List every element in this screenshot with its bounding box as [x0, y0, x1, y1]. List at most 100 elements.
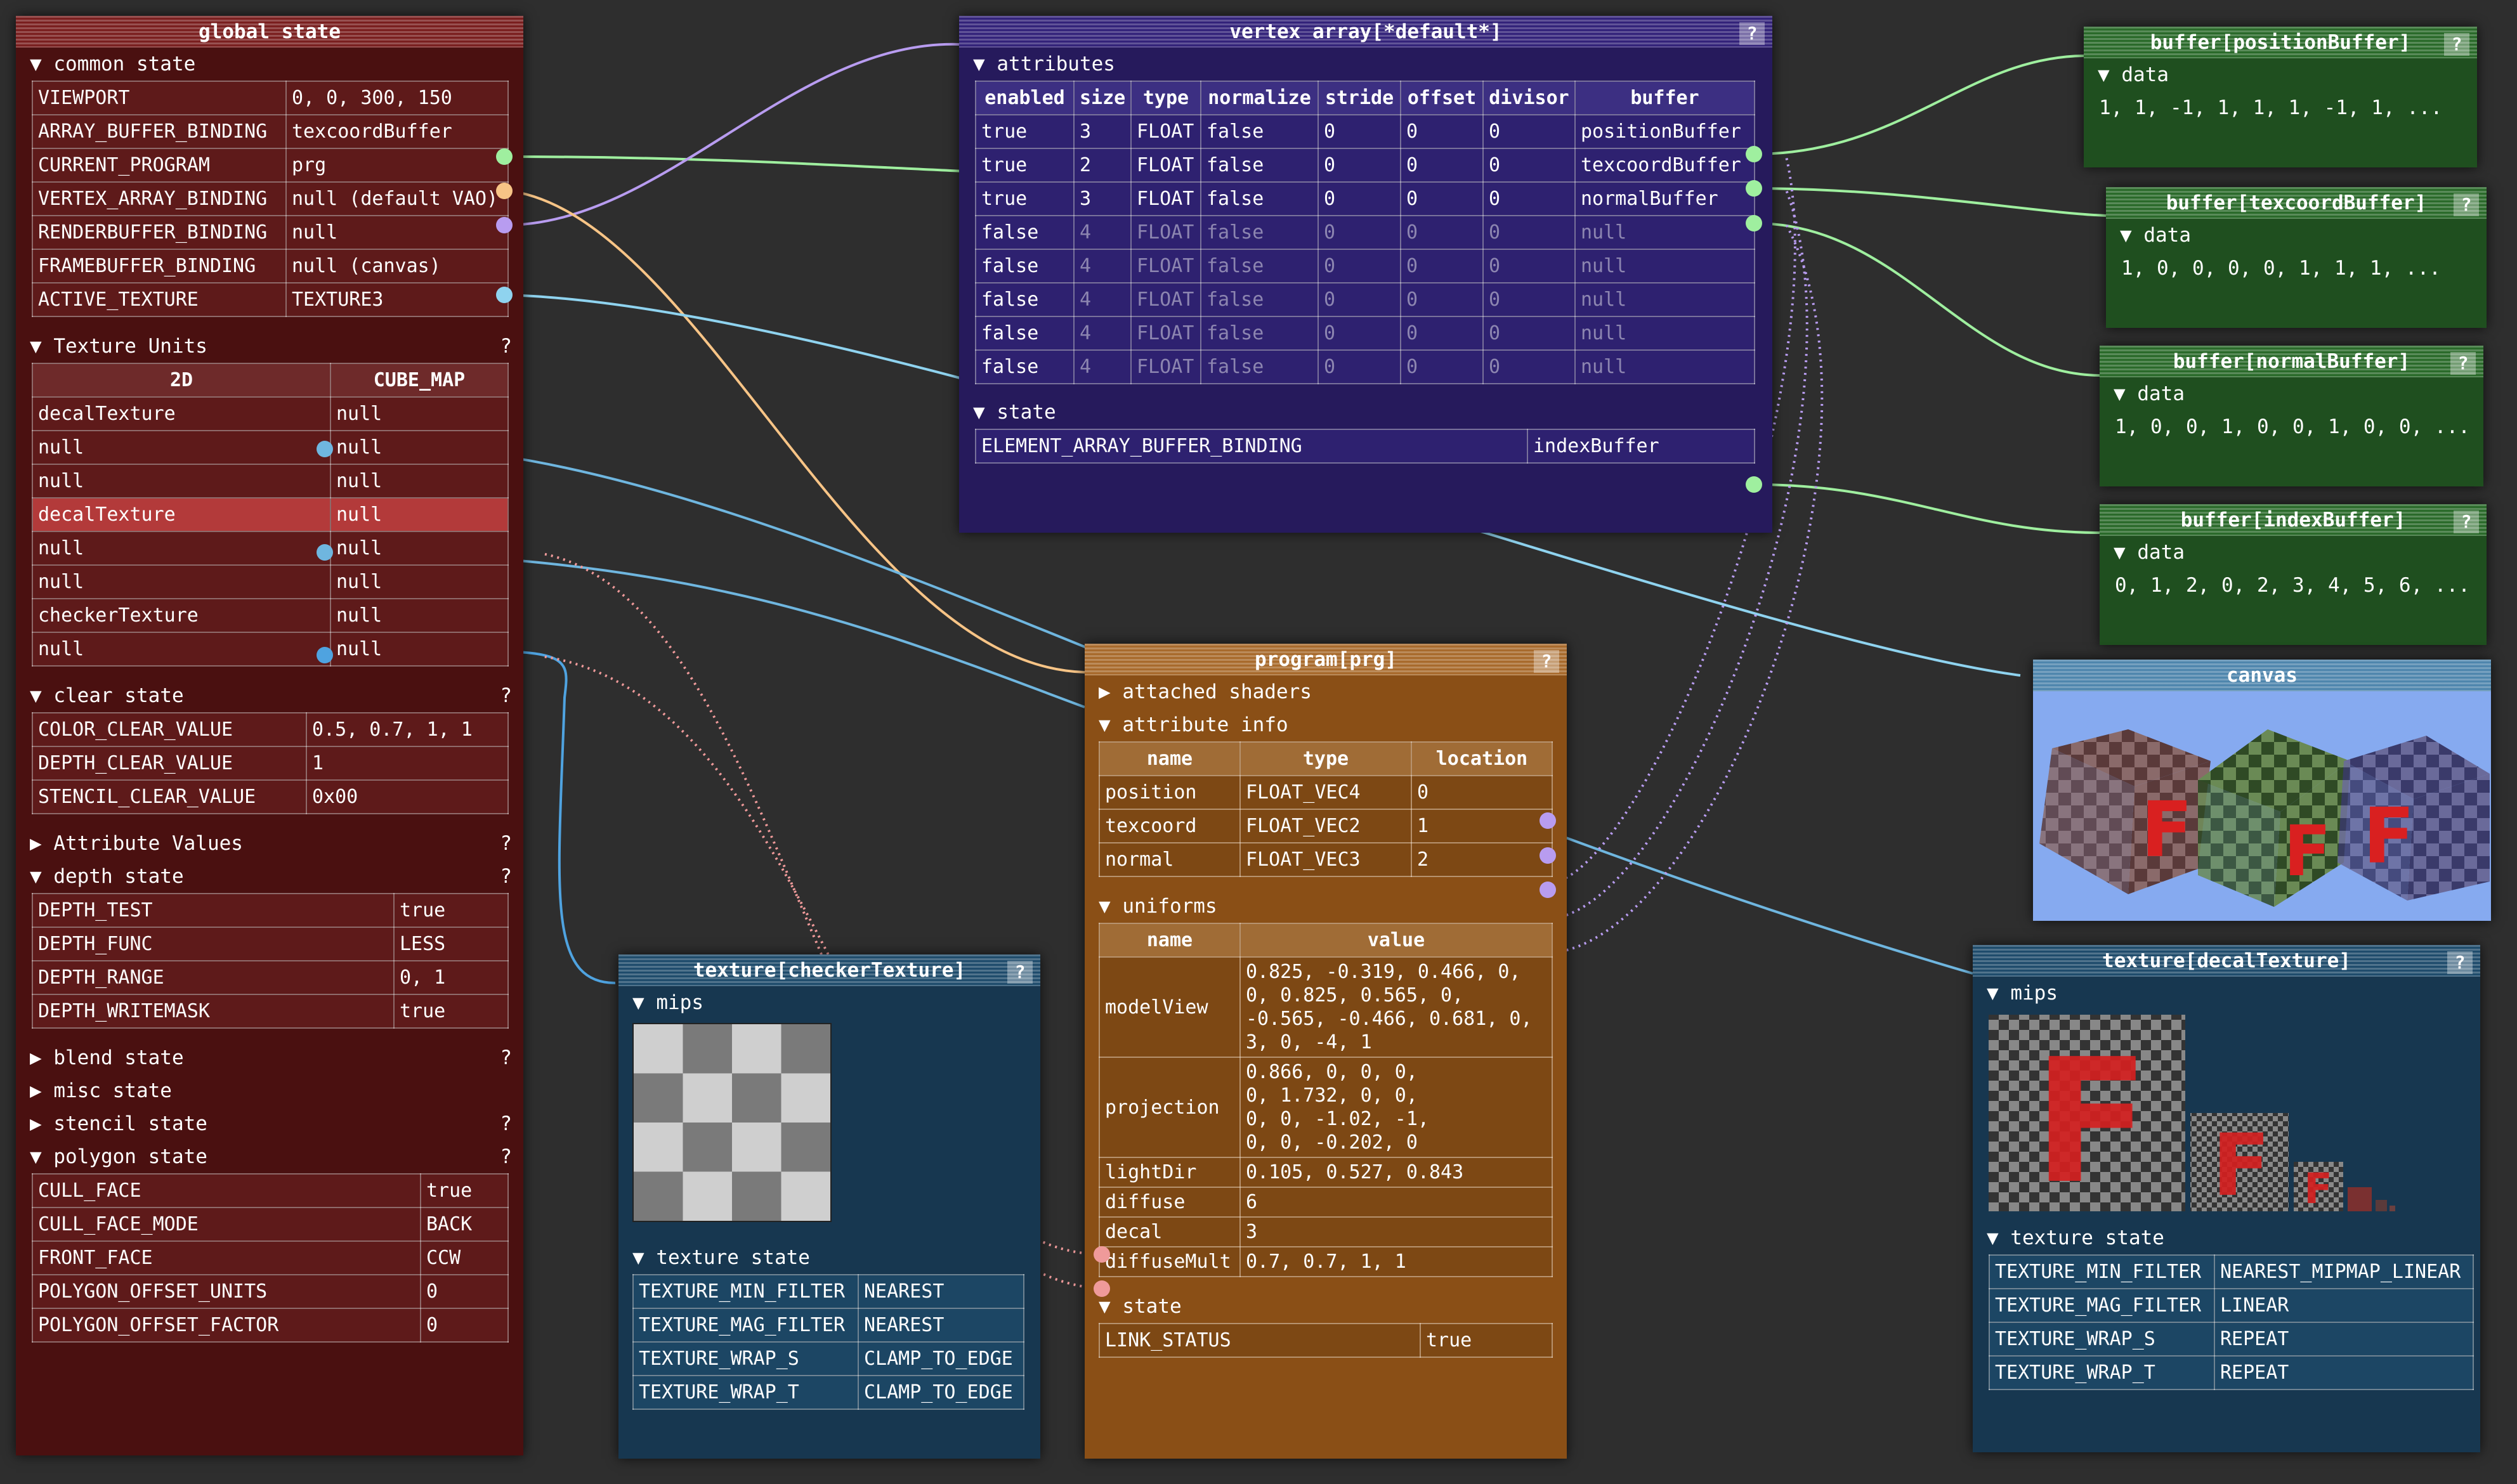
state-value: true: [1420, 1323, 1553, 1358]
depth-state-toggle[interactable]: ▼ depth state?: [16, 860, 523, 893]
attribute-values-toggle[interactable]: ▶ Attribute Values?: [16, 827, 523, 860]
help-icon[interactable]: ?: [500, 1041, 512, 1074]
table-cell: null: [32, 531, 331, 566]
buffer-title[interactable]: buffer[normalBuffer]?: [2100, 346, 2483, 377]
checker-texture-title[interactable]: texture[checkerTexture]?: [618, 954, 1040, 986]
help-icon[interactable]: ?: [500, 860, 512, 893]
texture-units-toggle[interactable]: ▼ Texture Units?: [16, 330, 523, 363]
framebuffer-binding-port[interactable]: [496, 287, 513, 303]
buffer-title[interactable]: buffer[texcoordBuffer]?: [2106, 187, 2487, 219]
canvas-window[interactable]: canvas F F F: [2033, 660, 2491, 921]
table-cell: 0: [1400, 349, 1484, 384]
help-icon[interactable]: ?: [2444, 33, 2469, 56]
vertex-array-title[interactable]: vertex array[*default*]?: [959, 16, 1772, 48]
buffer-title[interactable]: buffer[positionBuffer]?: [2084, 27, 2477, 58]
table-cell: decalTexture: [32, 396, 331, 431]
help-icon[interactable]: ?: [2454, 511, 2479, 533]
table-cell: FLOAT_VEC2: [1239, 809, 1412, 843]
program-title[interactable]: program[prg]?: [1085, 644, 1567, 675]
global-state-title[interactable]: global state: [16, 16, 523, 48]
attribute-info-table: name type location position FLOAT_VEC4 0 texco…: [1099, 741, 1553, 877]
uniform-decal-port[interactable]: [1094, 1280, 1110, 1297]
array-buffer-binding-port[interactable]: [496, 148, 513, 165]
current-program-port[interactable]: [496, 183, 513, 199]
data-toggle[interactable]: ▼ data: [2084, 58, 2477, 91]
help-icon[interactable]: ?: [500, 330, 512, 363]
uniform-diffuse-port[interactable]: [1094, 1246, 1110, 1263]
table-cell: null: [330, 632, 509, 667]
texture-unit-6-port[interactable]: [317, 647, 333, 663]
help-icon[interactable]: ?: [500, 827, 512, 860]
table-cell: FLOAT: [1130, 114, 1201, 149]
polygon-state-table: CULL_FACE true CULL_FACE_MODE BACK FRONT_FAC…: [32, 1173, 509, 1343]
checker-cell: [732, 1073, 781, 1123]
buffer-title[interactable]: buffer[indexBuffer]?: [2100, 504, 2487, 536]
help-icon[interactable]: ?: [500, 1107, 512, 1140]
buffer-position-window[interactable]: buffer[positionBuffer]? ▼ data 1, 1, -1,…: [2084, 27, 2477, 167]
table-cell: DEPTH_RANGE: [32, 960, 395, 995]
table-cell: true: [393, 893, 509, 928]
help-icon[interactable]: ?: [1739, 22, 1765, 45]
attribute-info-toggle[interactable]: ▼ attribute info: [1085, 708, 1567, 741]
program-state-toggle[interactable]: ▼ state: [1085, 1290, 1567, 1323]
checker-cell: [732, 1123, 781, 1172]
buffer-index-window[interactable]: buffer[indexBuffer]? ▼ data 0, 1, 2, 0, …: [2100, 504, 2487, 645]
section-label: mips: [2010, 982, 2058, 1005]
checker-texture-window[interactable]: texture[checkerTexture]? ▼ mips ▼ textur…: [618, 954, 1040, 1459]
help-icon[interactable]: ?: [2450, 352, 2476, 375]
decal-texture-window[interactable]: texture[decalTexture]? ▼ mips F F F ▼ te…: [1973, 945, 2480, 1452]
program-window[interactable]: program[prg]? ▶ attached shaders ▼ attri…: [1085, 644, 1567, 1459]
uniforms-toggle[interactable]: ▼ uniforms: [1085, 890, 1567, 923]
global-state-window[interactable]: global state ▼ common state VIEWPORT 0, 0…: [16, 16, 523, 1455]
table-row: DEPTH_CLEAR_VALUE 1: [32, 746, 509, 781]
data-toggle[interactable]: ▼ data: [2100, 536, 2487, 569]
help-icon[interactable]: ?: [2447, 951, 2473, 974]
attr-texcoord-port[interactable]: [1540, 847, 1556, 864]
table-cell: positionBuffer: [1574, 114, 1755, 149]
texture-state-toggle[interactable]: ▼ texture state: [618, 1241, 1040, 1274]
va-state-toggle[interactable]: ▼ state: [959, 396, 1772, 429]
table-cell: null (canvas): [285, 249, 509, 283]
table-cell: 0: [1400, 114, 1484, 149]
mips-toggle[interactable]: ▼ mips: [1973, 977, 2480, 1010]
canvas-title[interactable]: canvas: [2033, 660, 2491, 691]
blend-state-toggle[interactable]: ▶ blend state?: [16, 1041, 523, 1074]
polygon-state-toggle[interactable]: ▼ polygon state?: [16, 1140, 523, 1173]
data-toggle[interactable]: ▼ data: [2106, 219, 2487, 252]
help-icon[interactable]: ?: [1534, 650, 1559, 673]
table-cell: 0: [1317, 249, 1401, 283]
texture-unit-0-port[interactable]: [317, 441, 333, 457]
buffer-texcoord-window[interactable]: buffer[texcoordBuffer]? ▼ data 1, 0, 0, …: [2106, 187, 2487, 328]
va-state-table: ELEMENT_ARRAY_BUFFER_BINDING indexBuffer: [975, 429, 1755, 464]
table-cell: LINEAR: [2214, 1288, 2474, 1323]
buffer-normal-window[interactable]: buffer[normalBuffer]? ▼ data 1, 0, 0, 1,…: [2100, 346, 2483, 486]
texture-state-toggle[interactable]: ▼ texture state: [1973, 1221, 2480, 1254]
vertex-array-binding-port[interactable]: [496, 217, 513, 233]
attributes-toggle[interactable]: ▼ attributes: [959, 48, 1772, 81]
normal-buffer-port[interactable]: [1746, 215, 1762, 231]
index-buffer-port[interactable]: [1746, 476, 1762, 493]
attr-position-port[interactable]: [1540, 812, 1556, 829]
data-toggle[interactable]: ▼ data: [2100, 377, 2483, 410]
vertex-array-window[interactable]: vertex array[*default*]? ▼ attributes en…: [959, 16, 1772, 533]
help-icon[interactable]: ?: [1007, 961, 1033, 984]
misc-state-toggle[interactable]: ▶ misc state: [16, 1074, 523, 1107]
attached-shaders-toggle[interactable]: ▶ attached shaders: [1085, 675, 1567, 708]
common-state-toggle[interactable]: ▼ common state: [16, 48, 523, 81]
help-icon[interactable]: ?: [500, 679, 512, 712]
checker-cell: [781, 1073, 830, 1123]
table-row: null null: [32, 430, 509, 465]
decal-texture-title[interactable]: texture[decalTexture]?: [1973, 945, 2480, 977]
mips-toggle[interactable]: ▼ mips: [618, 986, 1040, 1019]
position-buffer-port[interactable]: [1746, 146, 1762, 162]
table-cell: 3: [1073, 181, 1132, 216]
table-cell: TEXTURE_WRAP_T: [1989, 1355, 2215, 1390]
texture-unit-3-port[interactable]: [317, 544, 333, 561]
help-icon[interactable]: ?: [500, 1140, 512, 1173]
stencil-state-toggle[interactable]: ▶ stencil state?: [16, 1107, 523, 1140]
svg-text:F: F: [2212, 1116, 2270, 1213]
texcoord-buffer-port[interactable]: [1746, 180, 1762, 197]
clear-state-toggle[interactable]: ▼ clear state?: [16, 679, 523, 712]
help-icon[interactable]: ?: [2454, 193, 2479, 216]
attr-normal-port[interactable]: [1540, 882, 1556, 898]
